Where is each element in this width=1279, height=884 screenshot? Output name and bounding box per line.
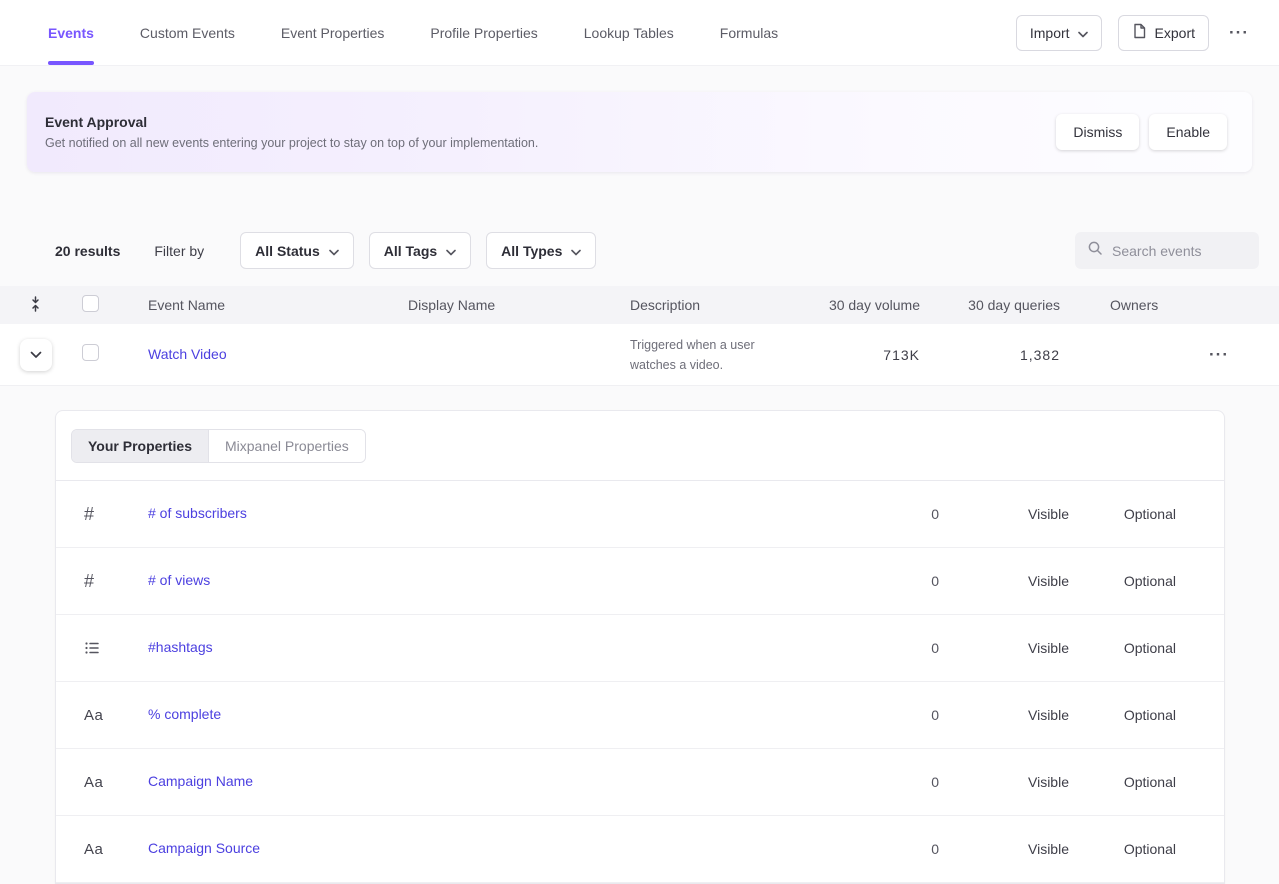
property-visibility: Visible bbox=[939, 841, 1069, 857]
property-name-link[interactable]: # of subscribers bbox=[148, 505, 247, 521]
header-event-name: Event Name bbox=[148, 297, 408, 313]
properties-tabs: Your Properties Mixpanel Properties bbox=[71, 429, 366, 463]
row-more-button[interactable]: ··· bbox=[1205, 341, 1233, 369]
export-file-icon bbox=[1132, 23, 1147, 42]
event-approval-banner: Event Approval Get notified on all new e… bbox=[27, 92, 1252, 172]
text-icon: Aa bbox=[84, 774, 148, 791]
status-filter-label: All Status bbox=[255, 243, 320, 259]
properties-panel: Your Properties Mixpanel Properties # # … bbox=[55, 410, 1225, 884]
banner-description: Get notified on all new events entering … bbox=[45, 136, 538, 150]
property-count: 0 bbox=[819, 774, 939, 790]
export-button-label: Export bbox=[1155, 25, 1195, 41]
list-item: Aa % complete 0 Visible Optional bbox=[56, 682, 1224, 749]
chevron-down-icon bbox=[1078, 25, 1088, 41]
select-all-checkbox[interactable] bbox=[82, 295, 99, 312]
table-row: Watch Video Triggered when a user watche… bbox=[0, 324, 1279, 386]
header-30-day-queries: 30 day queries bbox=[930, 297, 1070, 313]
tags-filter-dropdown[interactable]: All Tags bbox=[369, 232, 471, 269]
lexicon-tabs: Events Custom Events Event Properties Pr… bbox=[48, 0, 778, 65]
property-requirement: Optional bbox=[1069, 841, 1194, 857]
search-icon bbox=[1087, 240, 1103, 261]
property-count: 0 bbox=[819, 573, 939, 589]
list-icon bbox=[84, 640, 148, 656]
property-name-link[interactable]: % complete bbox=[148, 706, 221, 722]
header-30-day-volume: 30 day volume bbox=[820, 297, 930, 313]
row-expand-button[interactable] bbox=[20, 339, 52, 371]
tab-custom-events[interactable]: Custom Events bbox=[140, 0, 235, 65]
types-filter-dropdown[interactable]: All Types bbox=[486, 232, 596, 269]
status-filter-dropdown[interactable]: All Status bbox=[240, 232, 354, 269]
property-count: 0 bbox=[819, 506, 939, 522]
filter-bar: 20 results Filter by All Status All Tags… bbox=[55, 232, 1259, 269]
types-filter-label: All Types bbox=[501, 243, 562, 259]
property-count: 0 bbox=[819, 640, 939, 656]
header-owners: Owners bbox=[1070, 297, 1179, 313]
property-name-link[interactable]: # of views bbox=[148, 572, 210, 588]
property-name-link[interactable]: #hashtags bbox=[148, 639, 213, 655]
property-visibility: Visible bbox=[939, 774, 1069, 790]
property-visibility: Visible bbox=[939, 640, 1069, 656]
property-requirement: Optional bbox=[1069, 774, 1194, 790]
import-button-label: Import bbox=[1030, 25, 1070, 41]
filter-by-label: Filter by bbox=[154, 243, 204, 259]
chevron-down-icon bbox=[446, 243, 456, 259]
list-item: Aa Campaign Source 0 Visible Optional bbox=[56, 816, 1224, 883]
list-item: # # of subscribers 0 Visible Optional bbox=[56, 481, 1224, 548]
header-display-name: Display Name bbox=[408, 297, 630, 313]
property-requirement: Optional bbox=[1069, 640, 1194, 656]
property-count: 0 bbox=[819, 707, 939, 723]
tab-profile-properties[interactable]: Profile Properties bbox=[430, 0, 537, 65]
number-icon: # bbox=[84, 571, 148, 592]
property-visibility: Visible bbox=[939, 573, 1069, 589]
banner-text: Event Approval Get notified on all new e… bbox=[45, 114, 538, 150]
property-name-link[interactable]: Campaign Source bbox=[148, 840, 260, 856]
header-description: Description bbox=[630, 297, 820, 313]
dismiss-button[interactable]: Dismiss bbox=[1056, 114, 1139, 150]
enable-button[interactable]: Enable bbox=[1149, 114, 1227, 150]
search-box[interactable] bbox=[1075, 232, 1259, 269]
tab-events[interactable]: Events bbox=[48, 0, 94, 65]
tab-lookup-tables[interactable]: Lookup Tables bbox=[584, 0, 674, 65]
property-count: 0 bbox=[819, 841, 939, 857]
banner-actions: Dismiss Enable bbox=[1056, 114, 1227, 150]
list-item: # # of views 0 Visible Optional bbox=[56, 548, 1224, 615]
import-button[interactable]: Import bbox=[1016, 15, 1102, 51]
text-icon: Aa bbox=[84, 707, 148, 724]
search-input[interactable] bbox=[1112, 243, 1247, 259]
collapse-all-icon[interactable] bbox=[28, 296, 43, 312]
event-30-day-queries: 1,382 bbox=[930, 347, 1070, 363]
chevron-down-icon bbox=[571, 243, 581, 259]
property-name-link[interactable]: Campaign Name bbox=[148, 773, 253, 789]
chevron-down-icon bbox=[329, 243, 339, 259]
list-item: #hashtags 0 Visible Optional bbox=[56, 615, 1224, 682]
export-button[interactable]: Export bbox=[1118, 15, 1209, 51]
row-checkbox[interactable] bbox=[82, 344, 99, 361]
event-30-day-volume: 713K bbox=[820, 347, 930, 363]
event-name-link[interactable]: Watch Video bbox=[148, 346, 227, 362]
nav-actions: Import Export ··· bbox=[1016, 0, 1253, 65]
number-icon: # bbox=[84, 504, 148, 525]
tab-event-properties[interactable]: Event Properties bbox=[281, 0, 385, 65]
banner-title: Event Approval bbox=[45, 114, 538, 130]
events-table-header: Event Name Display Name Description 30 d… bbox=[0, 286, 1279, 324]
chevron-down-icon bbox=[30, 347, 42, 362]
property-visibility: Visible bbox=[939, 506, 1069, 522]
property-requirement: Optional bbox=[1069, 707, 1194, 723]
tab-formulas[interactable]: Formulas bbox=[720, 0, 778, 65]
property-requirement: Optional bbox=[1069, 573, 1194, 589]
property-requirement: Optional bbox=[1069, 506, 1194, 522]
tags-filter-label: All Tags bbox=[384, 243, 437, 259]
list-item: Aa Campaign Name 0 Visible Optional bbox=[56, 749, 1224, 816]
property-visibility: Visible bbox=[939, 707, 1069, 723]
top-navigation: Events Custom Events Event Properties Pr… bbox=[0, 0, 1279, 66]
tab-your-properties[interactable]: Your Properties bbox=[72, 430, 208, 462]
nav-more-button[interactable]: ··· bbox=[1225, 19, 1253, 47]
event-description: Triggered when a user watches a video. bbox=[630, 335, 820, 375]
results-count: 20 results bbox=[55, 243, 120, 259]
text-icon: Aa bbox=[84, 841, 148, 858]
tab-mixpanel-properties[interactable]: Mixpanel Properties bbox=[208, 430, 365, 462]
